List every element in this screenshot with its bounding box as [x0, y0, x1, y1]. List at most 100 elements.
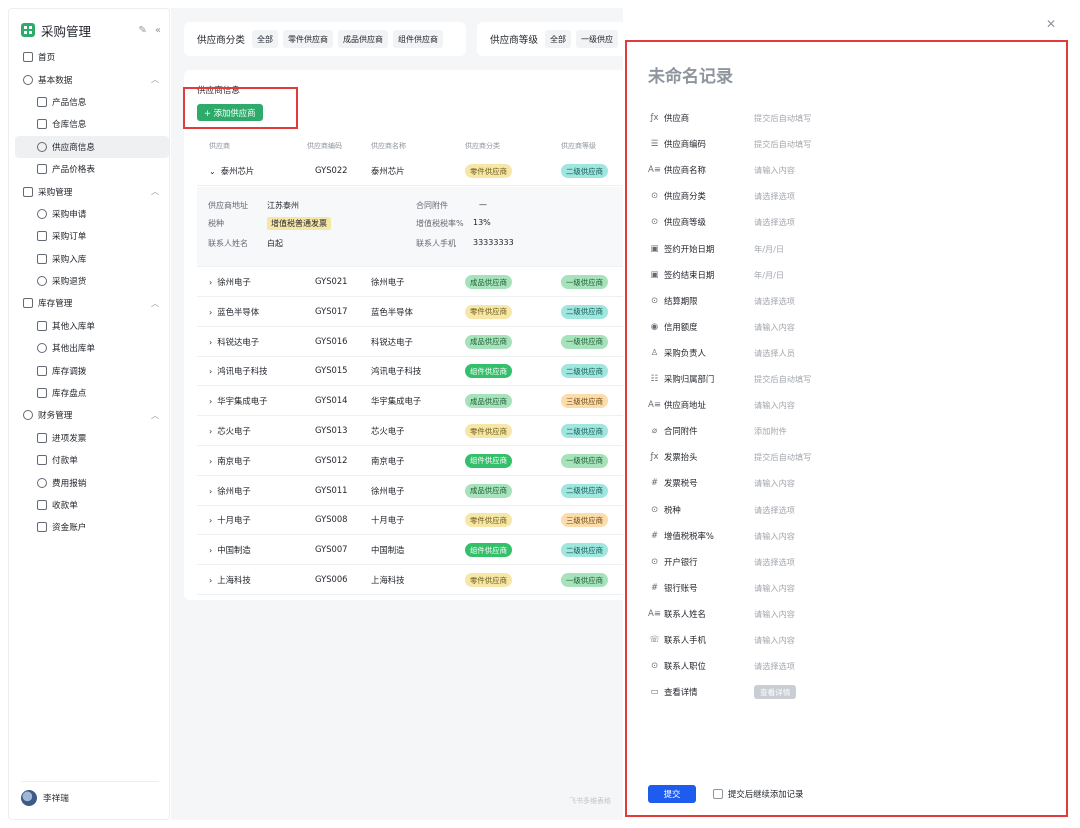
field-input[interactable]: 添加附件 — [754, 425, 787, 437]
chevron-right-icon[interactable]: › — [209, 427, 212, 436]
field-input[interactable]: 请输入内容 — [754, 477, 795, 489]
field-input[interactable]: 请输入内容 — [754, 608, 795, 620]
category-filter-chip[interactable]: 组件供应商 — [392, 30, 443, 48]
chevron-right-icon[interactable]: › — [209, 308, 212, 317]
form-field[interactable]: ⊙ 开户银行 请选择选项 — [648, 553, 1048, 571]
table-row[interactable]: › 上海科技 GYS006 上海科技 零件供应商 一级供应商 — [197, 565, 644, 595]
table-row[interactable]: › 十月电子 GYS008 十月电子 零件供应商 三级供应商 — [197, 505, 644, 536]
field-input[interactable]: 请输入内容 — [754, 164, 795, 176]
field-input[interactable]: 请输入内容 — [754, 530, 795, 542]
category-filter-chip[interactable]: 全部 — [251, 30, 278, 48]
sidebar-item[interactable]: 进项发票 — [15, 427, 169, 449]
field-input[interactable]: 年/月/日 — [754, 243, 784, 255]
form-field[interactable]: ⊙ 联系人职位 请选择选项 — [648, 657, 1048, 675]
form-field[interactable]: # 发票税号 请输入内容 — [648, 474, 1048, 492]
form-field[interactable]: ⌀ 合同附件 添加附件 — [648, 422, 1048, 440]
sidebar-item[interactable]: 采购申请 — [15, 203, 169, 225]
sidebar-item[interactable]: 付款单 — [15, 449, 169, 471]
category-filter-chip[interactable]: 成品供应商 — [337, 30, 388, 48]
table-row[interactable]: › 蓝色半导体 GYS017 蓝色半导体 零件供应商 二级供应商 — [197, 297, 644, 327]
form-field[interactable]: ƒx 发票抬头 提交后自动填写 — [648, 448, 1048, 466]
chevron-right-icon[interactable]: › — [209, 278, 212, 287]
edit-icon[interactable]: ✎ — [138, 25, 146, 36]
field-input[interactable]: 请选择选项 — [754, 216, 795, 228]
table-row[interactable]: ⌄ 泰州芯片 GYS022 泰州芯片 零件供应商 二级供应商 — [197, 156, 644, 186]
sidebar-item[interactable]: 产品价格表 — [15, 158, 169, 180]
sidebar-item[interactable]: 其他入库单 — [15, 315, 169, 337]
table-row[interactable]: › 华宇集成电子 GYS014 华宇集成电子 成品供应商 三级供应商 — [197, 386, 644, 417]
chevron-up-icon[interactable]: ︿ — [151, 410, 159, 421]
form-field[interactable]: ▣ 签约结束日期 年/月/日 — [648, 266, 1048, 284]
field-input[interactable]: 请选择选项 — [754, 556, 795, 568]
submit-button[interactable]: 提交 — [648, 785, 696, 803]
chevron-right-icon[interactable]: › — [209, 367, 212, 376]
table-row[interactable]: › 南京电子 GYS012 南京电子 组件供应商 一级供应商 — [197, 446, 644, 476]
sidebar-item[interactable]: 基本数据 ︿ — [15, 68, 169, 90]
chevron-right-icon[interactable]: › — [209, 457, 212, 466]
form-field[interactable]: ☷ 采购归属部门 提交后自动填写 — [648, 370, 1048, 388]
field-input[interactable]: 请选择人员 — [754, 347, 795, 359]
field-input[interactable]: 提交后自动填写 — [754, 112, 811, 124]
sidebar-item[interactable]: 收款单 — [15, 494, 169, 516]
field-input[interactable]: 提交后自动填写 — [754, 373, 811, 385]
sidebar-item[interactable]: 其他出库单 — [15, 337, 169, 359]
form-field[interactable]: ☏ 联系人手机 请输入内容 — [648, 631, 1048, 649]
field-input[interactable]: 请输入内容 — [754, 634, 795, 646]
chevron-down-icon[interactable]: ⌄ — [209, 167, 216, 176]
sidebar-item[interactable]: 采购订单 — [15, 225, 169, 247]
collapse-sidebar-icon[interactable]: « — [155, 25, 161, 36]
field-input[interactable]: 请选择选项 — [754, 660, 795, 672]
sidebar-item[interactable]: 仓库信息 — [15, 113, 169, 135]
chevron-right-icon[interactable]: › — [209, 338, 212, 347]
form-field[interactable]: ☰ 供应商编码 提交后自动填写 — [648, 135, 1048, 153]
table-row[interactable]: › 徐州电子 GYS011 徐州电子 成品供应商 二级供应商 — [197, 476, 644, 506]
field-input[interactable]: 请选择选项 — [754, 504, 795, 516]
user-profile[interactable]: 李祥瑞 — [21, 781, 159, 807]
sidebar-item[interactable]: 采购入库 — [15, 248, 169, 270]
form-field[interactable]: A≡ 供应商地址 请输入内容 — [648, 396, 1048, 414]
sidebar-item[interactable]: 库存盘点 — [15, 382, 169, 404]
field-input[interactable]: 提交后自动填写 — [754, 451, 811, 463]
chevron-right-icon[interactable]: › — [209, 397, 212, 406]
field-input[interactable]: 请选择选项 — [754, 190, 795, 202]
chevron-right-icon[interactable]: › — [209, 487, 212, 496]
field-input[interactable]: 请选择选项 — [754, 295, 795, 307]
sidebar-item[interactable]: 库存调拨 — [15, 359, 169, 381]
form-field[interactable]: ⊙ 供应商等级 请选择选项 — [648, 213, 1048, 231]
form-field[interactable]: ⊙ 税种 请选择选项 — [648, 501, 1048, 519]
sidebar-item[interactable]: 供应商信息 — [15, 135, 169, 158]
form-field[interactable]: ▣ 签约开始日期 年/月/日 — [648, 240, 1048, 258]
sidebar-item[interactable]: 采购退货 — [15, 270, 169, 292]
chevron-up-icon[interactable]: ︿ — [151, 298, 159, 309]
continue-add-checkbox[interactable] — [713, 789, 723, 799]
field-input[interactable]: 请输入内容 — [754, 321, 795, 333]
category-filter-chip[interactable]: 零件供应商 — [282, 30, 333, 48]
field-input[interactable]: 年/月/日 — [754, 269, 784, 281]
level-filter-chip[interactable]: 一级供应 — [575, 30, 618, 48]
level-filter-chip[interactable]: 全部 — [544, 30, 571, 48]
form-field[interactable]: ♙ 采购负责人 请选择人员 — [648, 344, 1048, 362]
close-icon[interactable]: ✕ — [1046, 17, 1056, 31]
sidebar-item[interactable]: 产品信息 — [15, 91, 169, 113]
form-field[interactable]: ⊙ 结算期限 请选择选项 — [648, 292, 1048, 310]
view-details-button[interactable]: 查看详情 — [754, 685, 797, 700]
table-row[interactable]: › 中国制造 GYS007 中国制造 组件供应商 二级供应商 — [197, 535, 644, 566]
form-field[interactable]: A≡ 供应商名称 请输入内容 — [648, 161, 1048, 179]
form-field[interactable]: # 增值税税率% 请输入内容 — [648, 527, 1048, 545]
table-row[interactable]: › 鸿讯电子科技 GYS015 鸿讯电子科技 组件供应商 二级供应商 — [197, 356, 644, 387]
chevron-up-icon[interactable]: ︿ — [151, 186, 159, 197]
chevron-right-icon[interactable]: › — [209, 546, 212, 555]
sidebar-item[interactable]: 费用报销 — [15, 471, 169, 493]
chevron-right-icon[interactable]: › — [209, 516, 212, 525]
sidebar-item[interactable]: 采购管理 ︿ — [15, 180, 169, 202]
chevron-up-icon[interactable]: ︿ — [151, 74, 159, 85]
sidebar-item[interactable]: 库存管理 ︿ — [15, 292, 169, 314]
table-row[interactable]: › 徐州电子 GYS021 徐州电子 成品供应商 一级供应商 — [197, 267, 644, 297]
table-row[interactable]: › 科锐达电子 GYS016 科锐达电子 成品供应商 一级供应商 — [197, 327, 644, 357]
form-field[interactable]: A≡ 联系人姓名 请输入内容 — [648, 605, 1048, 623]
form-field[interactable]: ◉ 信用额度 请输入内容 — [648, 318, 1048, 336]
form-field[interactable]: ƒx 供应商 提交后自动填写 — [648, 109, 1048, 127]
sidebar-item[interactable]: 资金账户 — [15, 516, 169, 538]
field-input[interactable]: 提交后自动填写 — [754, 138, 811, 150]
sidebar-item[interactable]: 财务管理 ︿ — [15, 404, 169, 426]
